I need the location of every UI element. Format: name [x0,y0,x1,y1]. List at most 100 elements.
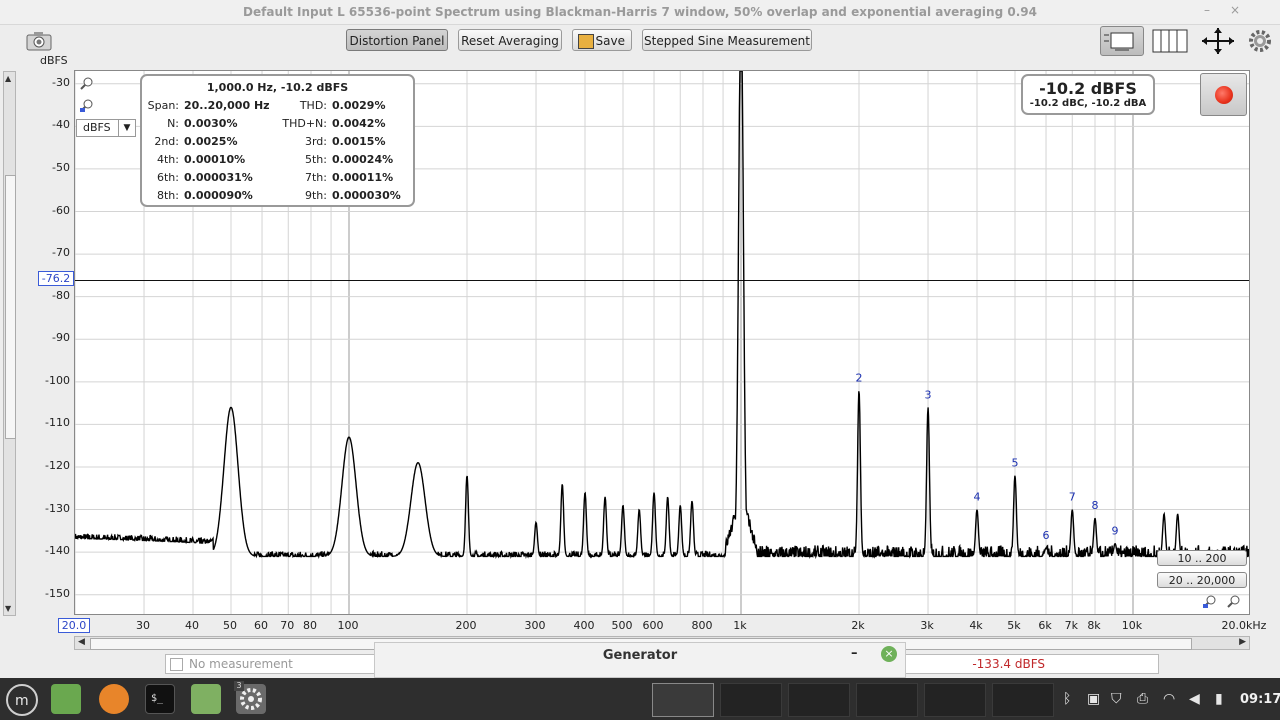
workspace-1[interactable] [652,683,714,717]
distortion-row: N: 0.0030% THD+N: 0.0042% [142,117,417,135]
unit-select[interactable]: dBFS ▼ [76,119,136,137]
distortion-row: 8th: 0.000090% 9th: 0.000030% [142,189,417,207]
level-readout: -10.2 dBFS -10.2 dBC, -10.2 dBA [1021,74,1155,115]
scroll-down-icon[interactable]: ▼ [5,604,11,613]
save-button[interactable]: Save [572,29,632,51]
y-tick-label: -150 [45,586,70,600]
x-range-button[interactable]: 20 .. 20,000 [1157,572,1247,588]
x-tick-label: 60 [254,619,269,632]
stepped-sine-button[interactable]: Stepped Sine Measurement [642,29,812,51]
distortion-value: 0.000031% [184,171,253,184]
files-icon[interactable] [191,684,221,714]
x-tick-label: 2k [851,619,865,632]
minimize-button[interactable]: – [1198,3,1216,19]
distortion-value: 0.0015% [332,135,386,148]
grid-view-icon[interactable] [1152,29,1188,53]
distortion-panel-button[interactable]: Distortion Panel [346,29,448,51]
scroll-left-icon[interactable]: ◀ [78,637,85,647]
battery-icon[interactable]: ▮ [1215,691,1223,707]
zoom-in-x-icon[interactable] [1227,594,1241,608]
volume-icon[interactable]: ◀ [1189,691,1200,707]
x-tick-label: 5k [1007,619,1021,632]
y-tick-label: -120 [45,458,70,472]
shield-icon[interactable]: ⛉ [1111,691,1122,707]
workspace-6[interactable] [992,683,1054,717]
chevron-down-icon: ▼ [118,120,135,136]
distortion-value: 0.00010% [184,153,246,166]
x-tick-label: 300 [524,619,546,632]
y-tick-label: -30 [52,75,70,89]
show-desktop-icon[interactable] [51,684,81,714]
workspace-5[interactable] [924,683,986,717]
zoom-out-x-icon[interactable] [1203,594,1217,608]
distortion-header: 1,000.0 Hz, -10.2 dBFS [206,81,349,94]
vertical-scroll-thumb[interactable] [5,175,16,439]
fit-arrows-icon[interactable] [1200,27,1236,55]
distortion-panel: 1,000.0 Hz, -10.2 dBFS Span: 20..20,000 H… [140,74,415,207]
printer-icon[interactable]: ⎙ [1137,691,1148,707]
clock: 09:17 [1240,692,1280,707]
y-tick-label: -140 [45,544,70,558]
close-button[interactable]: × [1226,3,1244,19]
workspace-4[interactable] [856,683,918,717]
harmonic-label: 8 [1092,499,1099,512]
gear-icon[interactable] [1248,29,1272,53]
x-tick-label: 600 [642,619,664,632]
bluetooth-icon[interactable]: ᛒ [1063,691,1071,707]
y-tick-label: -90 [52,331,70,345]
generator-minimize-button[interactable]: – [851,646,858,661]
x-tick-label: 1k [733,619,747,632]
distortion-value: 0.000030% [332,189,401,202]
y-tick-label: -60 [52,203,70,217]
svg-text:$_: $_ [151,693,164,704]
harmonic-label: 7 [1069,491,1076,504]
workspace-3[interactable] [788,683,850,717]
x-tick-label: 30 [136,619,151,632]
scroll-right-icon[interactable]: ▶ [1239,637,1246,647]
distortion-value: 0.00011% [332,171,394,184]
graph-view-icon[interactable] [1100,26,1144,56]
reset-averaging-button[interactable]: Reset Averaging [458,29,562,51]
x-tick-label: 50 [222,619,237,632]
harmonic-label: 2 [856,371,863,384]
cursor-x-readout: 20.0 [58,618,90,633]
distortion-value: 20..20,000 Hz [184,99,270,112]
zoom-out-y-icon[interactable] [80,98,94,112]
cursor-y-readout: -76.2 [38,271,74,286]
x-tick-label: 200 [455,619,477,632]
distortion-label: Span: [147,99,179,112]
x-tick-label: 800 [691,619,713,632]
y-range-button[interactable]: 10 .. 200 [1157,550,1247,566]
distortion-label: 5th: [305,153,327,166]
distortion-label: 8th: [157,189,179,202]
zoom-in-y-icon[interactable] [80,76,94,90]
vertical-scrollbar[interactable]: ▲ ▼ [3,71,16,616]
terminal-icon[interactable]: $_ [145,684,175,714]
y-tick-label: -130 [45,501,70,515]
distortion-label: 7th: [305,171,327,184]
record-button[interactable] [1200,73,1247,116]
distortion-value: 0.00024% [332,153,394,166]
generator-close-icon[interactable]: × [881,646,897,662]
y-tick-label: -40 [52,118,70,132]
scroll-up-icon[interactable]: ▲ [5,74,11,83]
window-title: Default Input L 65536-point Spectrum usi… [243,5,1037,19]
wifi-icon[interactable]: ◠ [1163,691,1175,707]
distortion-row: 4th: 0.00010% 5th: 0.00024% [142,153,417,171]
clipboard-icon[interactable]: ▣ [1087,691,1100,707]
x-tick-label: 4k [969,619,983,632]
distortion-value: 0.0042% [332,117,386,130]
x-tick-label: 20.0kHz [1221,619,1267,632]
firefox-icon[interactable] [99,684,129,714]
y-tick-label: -100 [45,373,70,387]
x-tick-label: 70 [280,619,295,632]
distortion-label: 2nd: [154,135,179,148]
distortion-label: 4th: [157,153,179,166]
mint-menu-icon[interactable]: m [6,684,38,716]
generator-window[interactable]: Generator – × [374,642,906,678]
distortion-label: 3rd: [304,135,327,148]
x-tick-label: 40 [185,619,199,632]
camera-icon[interactable] [25,31,53,51]
measurement-checkbox[interactable] [170,658,183,671]
workspace-2[interactable] [720,683,782,717]
